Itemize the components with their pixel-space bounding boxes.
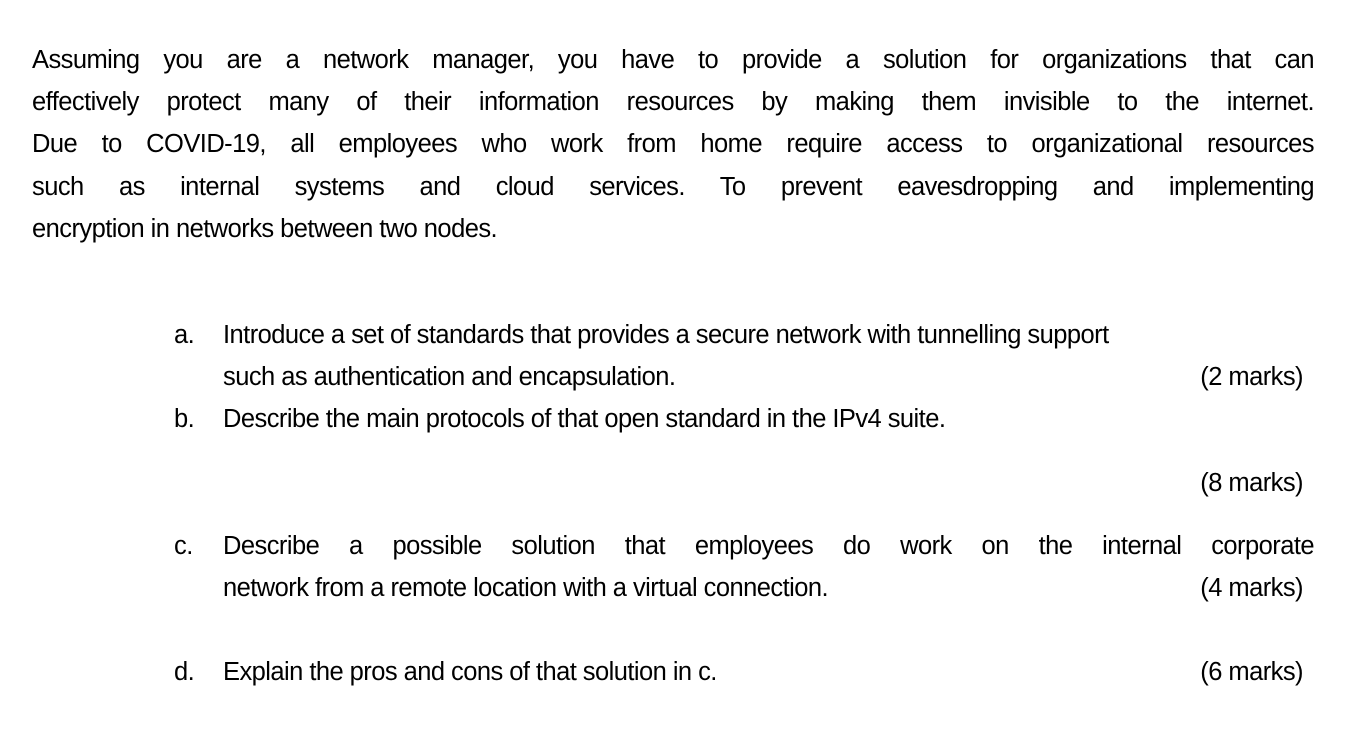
question-text: network from a remote location with a vi… — [223, 574, 829, 602]
question-line: Describe the main protocols of that open… — [223, 398, 1314, 440]
question-text: Describe a possible solution that employ… — [223, 532, 1315, 560]
question-line: Explain the pros and cons of that soluti… — [223, 651, 1314, 693]
question-label: b. — [174, 405, 195, 433]
question-body: Describe the main protocols of that open… — [223, 398, 1314, 440]
intro-line: encryption in networks between two nodes… — [32, 214, 498, 243]
question-label: c. — [174, 532, 193, 560]
intro-line: Due to COVID-19, all employees who work … — [32, 130, 1315, 159]
question-text: Explain the pros and cons of that soluti… — [223, 658, 717, 686]
intro-line: such as internal systems and cloud servi… — [32, 172, 1315, 201]
question-text: Describe the main protocols of that open… — [223, 405, 946, 433]
marks-label: (8 marks) — [1200, 469, 1303, 497]
marks-label: (6 marks) — [1200, 658, 1303, 686]
question-line: such as authentication and encapsulation… — [223, 356, 1314, 398]
question-line: Describe a possible solution that employ… — [223, 525, 1315, 567]
marks-label: (4 marks) — [1200, 574, 1303, 602]
question-body: Describe a possible solution that employ… — [223, 525, 1315, 609]
intro-line: effectively protect many of their inform… — [32, 88, 1315, 117]
intro-paragraph: Assuming you are a network manager, you … — [32, 39, 1315, 250]
question-label: d. — [174, 658, 195, 686]
question-label: a. — [174, 321, 195, 349]
question-body: Explain the pros and cons of that soluti… — [223, 651, 1314, 693]
question-line: Introduce a set of standards that provid… — [223, 314, 1314, 356]
question-line: network from a remote location with a vi… — [223, 567, 1314, 609]
question-text: Introduce a set of standards that provid… — [223, 321, 1109, 349]
marks-label: (2 marks) — [1200, 363, 1303, 391]
question-text: such as authentication and encapsulation… — [223, 363, 676, 391]
intro-line: Assuming you are a network manager, you … — [32, 46, 1315, 74]
question-body: Introduce a set of standards that provid… — [223, 314, 1314, 398]
question-b-marks-row: (8 marks) — [174, 462, 1314, 504]
